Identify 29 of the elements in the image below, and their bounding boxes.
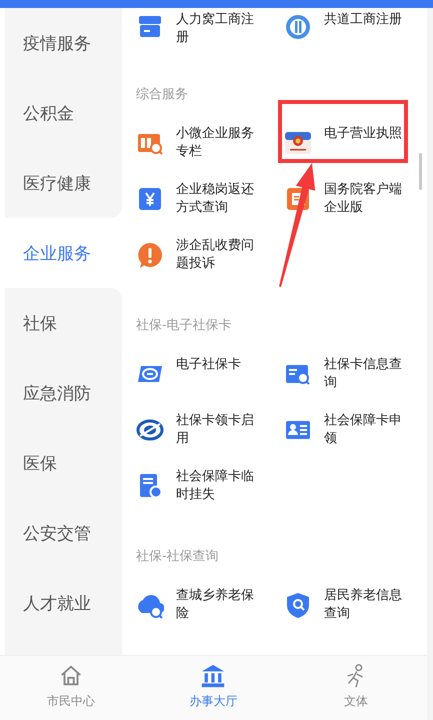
tab[interactable]: 市民中心 bbox=[0, 656, 142, 720]
service-link[interactable]: 人力窝工商注册 bbox=[176, 11, 256, 47]
scrollbar-thumb[interactable] bbox=[419, 153, 422, 190]
license-icon bbox=[284, 129, 312, 157]
sidebar-item[interactable]: 社保 bbox=[5, 288, 122, 358]
shield-search-icon bbox=[284, 591, 312, 619]
bank-icon bbox=[200, 662, 226, 688]
section-title: 社保-社保查询 bbox=[136, 548, 219, 566]
service-link[interactable]: 电子营业执照 bbox=[324, 125, 404, 161]
service-link[interactable]: 电子社保卡 bbox=[176, 356, 256, 392]
service-link[interactable]: 国务院客户端企业版 bbox=[324, 181, 404, 217]
section-title: 社保-电子社保卡 bbox=[136, 317, 232, 335]
service-link[interactable]: 企业稳岗返还方式查询 bbox=[176, 181, 256, 217]
section-title: 综合服务 bbox=[136, 86, 188, 104]
sidebar-item[interactable]: 医疗健康 bbox=[5, 148, 122, 218]
service-link[interactable]: 共道工商注册 bbox=[324, 11, 404, 47]
service-link[interactable]: 社会保障卡临时挂失 bbox=[176, 468, 256, 504]
tab[interactable]: 办事大厅 bbox=[142, 656, 285, 720]
service-link[interactable]: 社会保障卡申领 bbox=[324, 412, 404, 448]
sidebar-item[interactable]: 企业服务 bbox=[5, 218, 122, 288]
alert-icon bbox=[136, 241, 164, 269]
service-link[interactable]: 社保卡领卡启用 bbox=[176, 412, 256, 448]
yen-icon bbox=[136, 185, 164, 213]
service-link[interactable]: 查城乡养老保险 bbox=[176, 587, 256, 623]
service-link[interactable]: 社保卡信息查询 bbox=[324, 356, 404, 392]
service-link[interactable]: 居民养老信息查询 bbox=[324, 587, 404, 623]
circular-logo-icon bbox=[284, 13, 312, 41]
service-link[interactable]: 小微企业服务专栏 bbox=[176, 125, 256, 161]
service-link[interactable]: 涉企乱收费问题投诉 bbox=[176, 237, 256, 273]
